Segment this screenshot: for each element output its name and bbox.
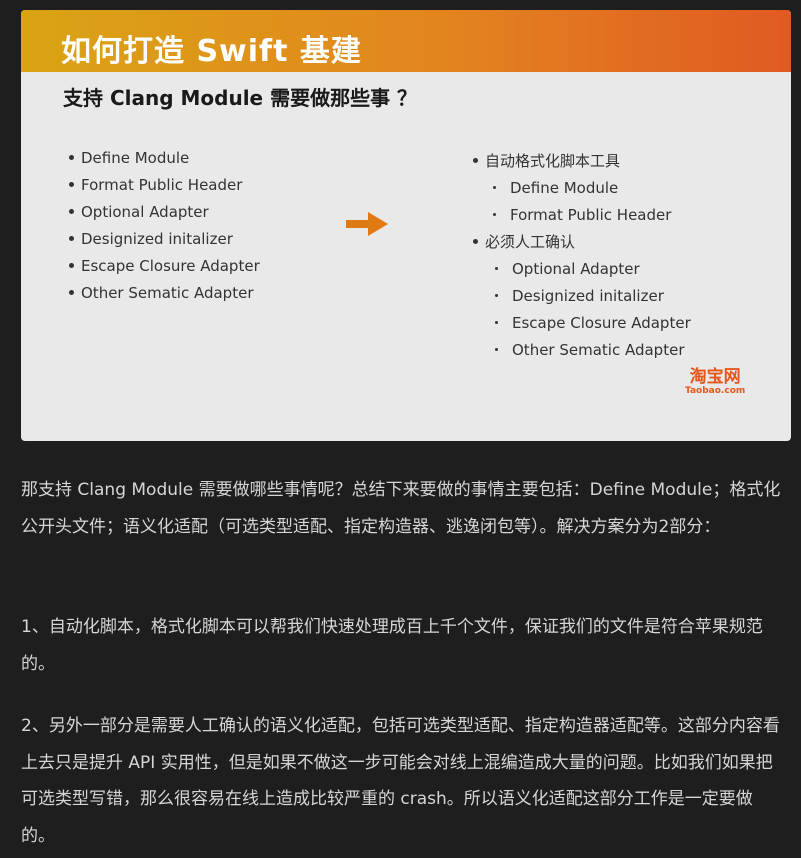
slide-image: 如何打造 Swift 基建 支持 Clang Module 需要做那些事 ？ D… — [21, 10, 791, 441]
right-bullet-list: 自动格式化脚本工具 Define Module Format Public He… — [473, 148, 691, 364]
list-item: Escape Closure Adapter — [69, 253, 260, 280]
list-item: Optional Adapter — [473, 256, 691, 283]
bullet-icon — [493, 185, 496, 189]
list-item: Other Sematic Adapter — [69, 280, 260, 307]
left-bullet-list: Define Module Format Public Header Optio… — [69, 145, 260, 307]
right-arrow-icon — [346, 212, 388, 236]
paragraph: 2、另外一部分是需要人工确认的语义化适配，包括可选类型适配、指定构造器适配等。这… — [21, 716, 780, 846]
bullet-icon — [495, 320, 498, 324]
bullet-icon — [495, 347, 498, 351]
bullet-icon — [495, 293, 498, 297]
bullet-icon — [69, 181, 74, 187]
bullet-icon — [69, 289, 74, 295]
list-item: Define Module — [473, 175, 691, 202]
paragraph: 那支持 Clang Module 需要做哪些事情呢？总结下来要做的事情主要包括：… — [21, 480, 781, 537]
bullet-icon — [473, 157, 478, 163]
bullet-icon — [69, 262, 74, 268]
paragraph: 1、自动化脚本，格式化脚本可以帮我们快速处理成百上千个文件，保证我们的文件是符合… — [21, 617, 763, 674]
bullet-icon — [69, 208, 74, 214]
list-item: Designized initalizer — [69, 226, 260, 253]
list-group-title: 自动格式化脚本工具 — [473, 148, 691, 175]
bullet-icon — [473, 238, 478, 244]
bullet-icon — [69, 235, 74, 241]
slide-title: 如何打造 Swift 基建 — [61, 34, 362, 69]
list-item: Designized initalizer — [473, 283, 691, 310]
list-item: Format Public Header — [473, 202, 691, 229]
bullet-icon — [493, 212, 496, 216]
taobao-logo: 淘宝网 Taobao.com — [685, 367, 746, 396]
slide-subtitle: 支持 Clang Module 需要做那些事 ？ — [63, 86, 418, 110]
list-item: Format Public Header — [69, 172, 260, 199]
list-item: Define Module — [69, 145, 260, 172]
list-item: Optional Adapter — [69, 199, 260, 226]
bullet-icon — [495, 266, 498, 270]
list-group-title: 必须人工确认 — [473, 229, 691, 256]
list-item: Escape Closure Adapter — [473, 310, 691, 337]
bullet-icon — [69, 154, 74, 160]
list-item: Other Sematic Adapter — [473, 337, 691, 364]
